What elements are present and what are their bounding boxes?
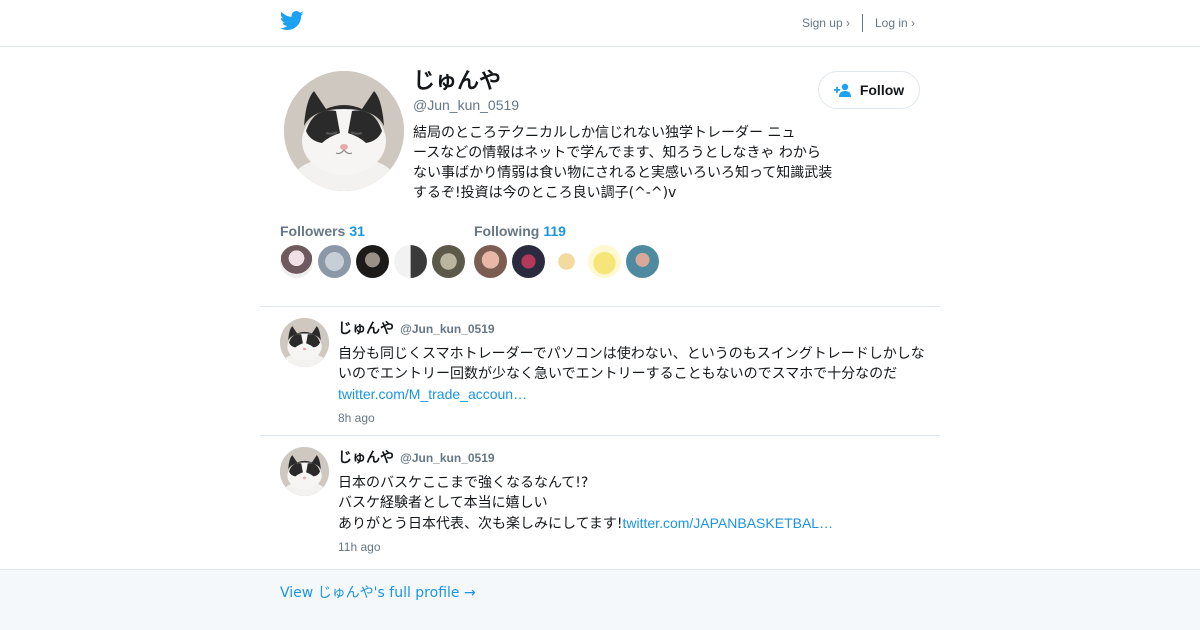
tweet-text: 自分も同じくスマホトレーダーでパソコンは使わない、というのもスイングトレードしか… [338,344,938,405]
following-count: 119 [543,223,566,239]
tweet-timestamp[interactable]: 8h ago [338,411,938,425]
tweet-link[interactable]: twitter.com/M_trade_accoun… [338,386,527,402]
nav-divider [861,14,863,32]
tweet-text-prefix: ありがとう日本代表、次も楽しみにしてます! [338,516,623,532]
signup-link[interactable]: Sign up › [802,16,850,30]
followers-count: 31 [349,223,365,239]
follower-avatar[interactable] [318,245,351,278]
profile-avatar[interactable] [284,71,404,191]
following-group: Following 119 [474,223,664,278]
bio-line: するぞ!投資は今のところ良い調子(^-^)v [413,185,677,201]
bio-line: 結局のところテクニカルしか信じれない独学トレーダー ニュ [413,125,796,141]
following-label: Following [474,223,540,239]
tweet-timestamp[interactable]: 11h ago [338,540,938,554]
tweet-author-handle[interactable]: @Jun_kun_0519 [400,322,494,336]
add-user-icon [833,83,851,97]
top-bar: Sign up › Log in › [0,0,1200,47]
footer-bar: View じゅんや's full profile → [0,569,1200,630]
profile-name-block: じゅんや @Jun_kun_0519 [413,69,519,113]
followers-group: Followers 31 [280,223,470,278]
follow-button[interactable]: Follow [818,71,920,109]
tweet-text-line: 日本のバスケここまで強くなるなんて!? [338,475,589,491]
following-avatar[interactable] [550,245,583,278]
tweet-text-line: いのでエントリー回数が少なく急いでエントリーすることもないのでスマホで十分なのだ [338,366,898,382]
login-link[interactable]: Log in › [875,16,915,30]
followers-avatars [280,245,470,278]
tweet-author-name[interactable]: じゅんや [338,321,394,337]
view-full-profile-link[interactable]: View じゅんや's full profile → [280,582,476,602]
tweet-text-line: 自分も同じくスマホトレーダーでパソコンは使わない、というのもスイングトレードしか… [338,346,925,362]
following-avatar[interactable] [474,245,507,278]
cat-avatar-image [280,447,329,496]
tweet-link[interactable]: twitter.com/JAPANBASKETBAL… [623,515,834,531]
tweet-divider [260,435,940,436]
follow-button-label: Follow [859,82,905,98]
follower-avatar[interactable] [432,245,465,278]
following-avatar[interactable] [588,245,621,278]
profile-display-name[interactable]: じゅんや [413,69,519,95]
section-divider [260,306,940,307]
following-avatars [474,245,664,278]
tweet-text: 日本のバスケここまで強くなるなんて!? バスケ経験者として本当に嬉しい ありがと… [338,473,938,534]
cat-avatar-image [280,318,329,367]
tweet-header: じゅんや @Jun_kun_0519 [338,447,938,467]
twitter-bird-icon[interactable] [280,11,304,31]
follower-avatar[interactable] [394,245,427,278]
cat-avatar-image [284,71,404,191]
followers-label: Followers [280,223,346,239]
bio-line: ースなどの情報はネットで学んでます、知ろうとしなきゃ わから [413,145,821,161]
following-avatar[interactable] [626,245,659,278]
following-avatar[interactable] [512,245,545,278]
tweet-avatar[interactable] [280,318,329,367]
follower-avatar[interactable] [280,245,313,278]
follower-avatar[interactable] [356,245,389,278]
bio-line: ない事ばかり情弱は食い物にされると実感いろいろ知って知識武装 [413,165,833,181]
tweet-author-name[interactable]: じゅんや [338,450,394,466]
tweet-author-handle[interactable]: @Jun_kun_0519 [400,451,494,465]
top-nav: Sign up › Log in › [802,14,915,32]
tweet-body: じゅんや @Jun_kun_0519 自分も同じくスマホトレーダーでパソコンは使… [338,318,938,425]
tweet-text-line: バスケ経験者として本当に嬉しい [338,495,548,511]
tweet-body: じゅんや @Jun_kun_0519 日本のバスケここまで強くなるなんて!? バ… [338,447,938,554]
following-count-label[interactable]: Following 119 [474,223,664,239]
tweet-avatar[interactable] [280,447,329,496]
followers-count-label[interactable]: Followers 31 [280,223,470,239]
profile-handle: @Jun_kun_0519 [413,97,520,113]
tweet-header: じゅんや @Jun_kun_0519 [338,318,938,338]
profile-bio: 結局のところテクニカルしか信じれない独学トレーダー ニュ ースなどの情報はネット… [413,123,843,203]
